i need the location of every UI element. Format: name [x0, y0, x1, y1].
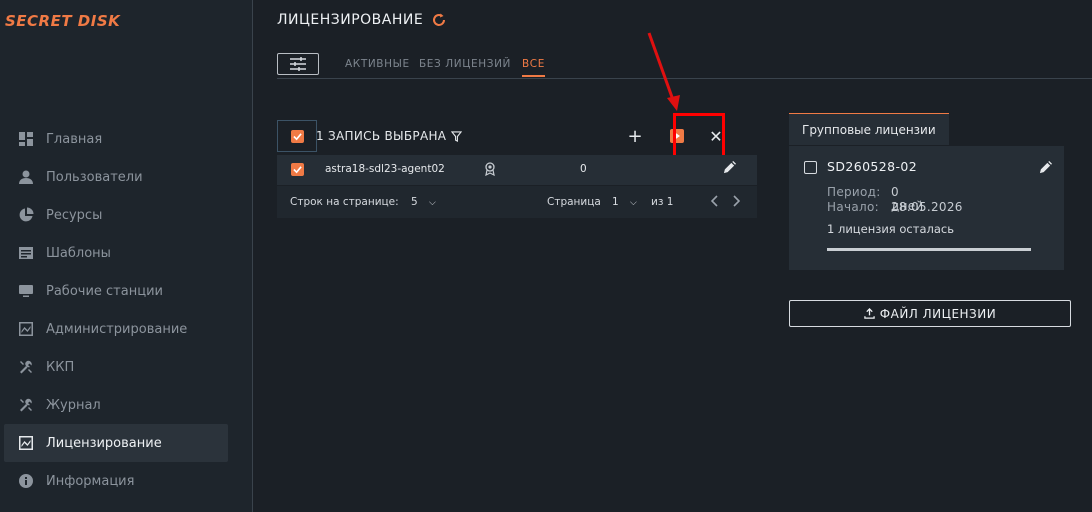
- sidebar-item-users[interactable]: Пользователи: [4, 158, 228, 196]
- chevron-left-icon[interactable]: [710, 195, 719, 210]
- table-header: 1 ЗАПИСЬ ВЫБРАНА + ✕: [277, 113, 757, 158]
- group-license-name: SD260528-02: [827, 159, 918, 174]
- chevron-down-icon: ⌵: [630, 198, 637, 208]
- sidebar-item-templates[interactable]: Шаблоны: [4, 234, 228, 272]
- rows-per-page-value: 5: [411, 196, 418, 208]
- main-content: ЛИЦЕНЗИРОВАНИЕ АКТИВНЫЕ БЕЗ ЛИЦЕНЗИЙ ВСЕ: [253, 0, 1092, 512]
- sidebar-item-label: Главная: [46, 131, 103, 147]
- monitor-icon: [18, 283, 34, 299]
- period-label: Период:: [827, 185, 881, 199]
- period-row: Период: 0 дней: [827, 185, 923, 213]
- sidebar-item-label: Шаблоны: [46, 245, 111, 261]
- license-badge-icon: [484, 162, 496, 179]
- sidebar-item-workstations[interactable]: Рабочие станции: [4, 272, 228, 310]
- sidebar-item-licensing[interactable]: Лицензирование: [4, 424, 228, 462]
- table-row[interactable]: astra18-sdl23-agent02 0: [277, 155, 757, 185]
- group-license-card: SD260528-02 Период: 0 дней Начало: 28.05…: [789, 146, 1064, 270]
- row-checkbox[interactable]: [291, 163, 304, 176]
- edit-icon[interactable]: [1039, 159, 1052, 178]
- row-count: 0: [580, 163, 587, 175]
- start-label: Начало:: [827, 200, 879, 214]
- refresh-icon[interactable]: [431, 12, 447, 28]
- select-all-checkbox[interactable]: [277, 120, 317, 152]
- selected-count-label: 1 ЗАПИСЬ ВЫБРАНА: [316, 129, 447, 143]
- tools-icon: [18, 359, 34, 375]
- group-licenses-tab[interactable]: Групповые лицензии: [789, 113, 949, 145]
- tabs-row: АКТИВНЫЕ БЕЗ ЛИЦЕНЗИЙ ВСЕ: [277, 52, 1092, 79]
- sidebar: SECRET DISK Главная Пользователи Ресурсы…: [0, 0, 253, 512]
- app-logo: SECRET DISK: [5, 12, 121, 30]
- page-value: 1: [612, 196, 619, 208]
- sliders-icon: [290, 57, 306, 71]
- row-name: astra18-sdl23-agent02: [325, 163, 445, 175]
- sidebar-item-label: Администрирование: [46, 321, 188, 337]
- sidebar-item-label: Ресурсы: [46, 207, 103, 223]
- user-icon: [18, 169, 34, 185]
- license-file-label: ФАЙЛ ЛИЦЕНЗИИ: [879, 306, 997, 321]
- start-row: Начало: 28.05.2026: [827, 200, 962, 214]
- tab-active[interactable]: АКТИВНЫЕ: [345, 58, 410, 70]
- info-icon: [18, 473, 34, 489]
- page-title: ЛИЦЕНЗИРОВАНИЕ: [277, 12, 447, 28]
- sidebar-item-administration[interactable]: Администрирование: [4, 310, 228, 348]
- tools-icon: [18, 397, 34, 413]
- rows-per-page-label: Строк на странице:: [290, 196, 399, 208]
- dashboard-icon: [18, 131, 34, 147]
- sidebar-item-label: Информация: [46, 473, 135, 489]
- close-icon[interactable]: ✕: [706, 126, 726, 146]
- license-chart-icon: [18, 435, 34, 451]
- rows-per-page-select[interactable]: 5 ⌵: [411, 196, 436, 208]
- licenses-remaining: 1 лицензия осталась: [827, 222, 954, 236]
- group-license-checkbox[interactable]: [804, 161, 817, 174]
- checkbox-checked-icon: [290, 129, 304, 143]
- upload-icon: [864, 308, 875, 319]
- add-button[interactable]: +: [625, 126, 645, 147]
- checkbox-checked-icon: [291, 163, 304, 176]
- tab-all[interactable]: ВСЕ: [522, 58, 545, 77]
- edit-icon[interactable]: [723, 161, 736, 177]
- sidebar-item-label: ККП: [46, 359, 75, 375]
- filter-icon[interactable]: [451, 130, 463, 142]
- chevron-down-icon: ⌵: [429, 198, 436, 208]
- sidebar-nav: Главная Пользователи Ресурсы Шаблоны Раб…: [4, 120, 228, 500]
- filter-settings-button[interactable]: [277, 53, 319, 75]
- template-icon: [18, 245, 34, 261]
- sidebar-item-kkp[interactable]: ККП: [4, 348, 228, 386]
- chevron-right-icon[interactable]: [732, 195, 741, 210]
- start-value: 28.05.2026: [891, 200, 963, 214]
- pagination: Строк на странице: 5 ⌵ Страница 1 ⌵ из 1: [277, 186, 757, 218]
- pie-chart-icon: [18, 207, 34, 223]
- admin-chart-icon: [18, 321, 34, 337]
- sidebar-item-home[interactable]: Главная: [4, 120, 228, 158]
- license-usage-bar: [827, 248, 1031, 251]
- sidebar-item-label: Пользователи: [46, 169, 143, 185]
- sidebar-item-info[interactable]: Информация: [4, 462, 228, 500]
- sidebar-item-journal[interactable]: Журнал: [4, 386, 228, 424]
- page-of-label: из 1: [651, 196, 674, 208]
- page-title-text: ЛИЦЕНЗИРОВАНИЕ: [277, 12, 424, 28]
- license-file-button[interactable]: ФАЙЛ ЛИЦЕНЗИИ: [789, 300, 1071, 327]
- sidebar-item-resources[interactable]: Ресурсы: [4, 196, 228, 234]
- sidebar-item-label: Журнал: [46, 397, 101, 413]
- sidebar-item-label: Рабочие станции: [46, 283, 163, 299]
- tab-no-license[interactable]: БЕЗ ЛИЦЕНЗИЙ: [419, 58, 511, 70]
- sidebar-item-label: Лицензирование: [46, 435, 162, 451]
- page-label: Страница: [547, 196, 601, 208]
- page-select[interactable]: 1 ⌵: [612, 196, 637, 208]
- selected-count: 1 ЗАПИСЬ ВЫБРАНА: [316, 129, 463, 143]
